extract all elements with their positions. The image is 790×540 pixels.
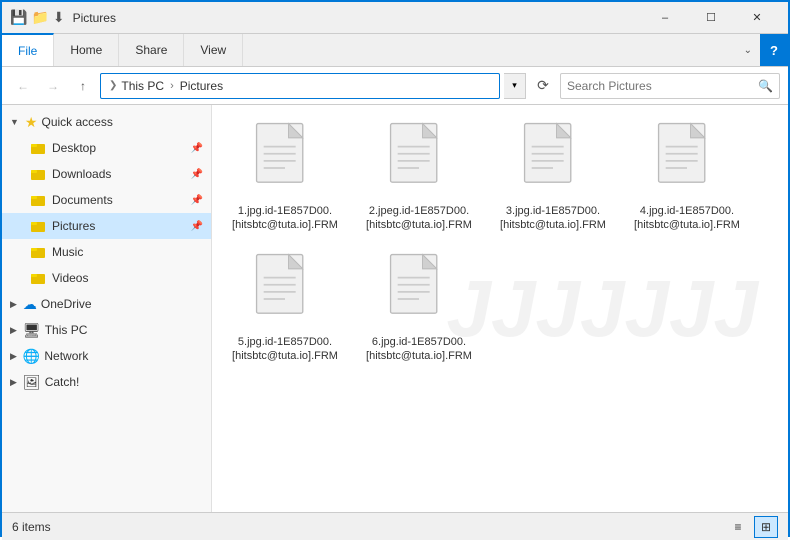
search-icon: 🔍 <box>758 79 773 93</box>
file-grid: 1.jpg.id-1E857D00.[hitsbtc@tuta.io].FRM … <box>220 113 780 370</box>
path-item-this-pc[interactable]: This PC <box>121 79 164 93</box>
file-item[interactable]: 6.jpg.id-1E857D00.[hitsbtc@tuta.io].FRM <box>354 244 484 371</box>
file-item[interactable]: 3.jpg.id-1E857D00.[hitsbtc@tuta.io].FRM <box>488 113 618 240</box>
forward-button[interactable]: → <box>40 73 66 99</box>
folder-desktop-icon <box>30 140 46 156</box>
ribbon-collapse-button[interactable]: ⌄ <box>736 34 760 66</box>
tiles-view-button[interactable]: ⊞ <box>754 516 778 538</box>
file-item[interactable]: 2.jpeg.id-1E857D00.[hitsbtc@tuta.io].FRM <box>354 113 484 240</box>
folder-documents-icon <box>30 192 46 208</box>
sidebar-label-this-pc: This PC <box>45 323 203 337</box>
sidebar-item-downloads[interactable]: Downloads 📌 <box>2 161 211 187</box>
network-arrow-icon: ▶ <box>10 351 17 362</box>
tab-file[interactable]: File <box>2 33 54 66</box>
sidebar-item-quick-access[interactable]: ▼ ★ Quick access <box>2 109 211 135</box>
address-bar: ← → ↑ ❯ This PC › Pictures ▾ ⟳ 🔍 <box>2 67 788 105</box>
file-icon-2 <box>513 120 593 200</box>
address-path[interactable]: ❯ This PC › Pictures <box>100 73 500 99</box>
sidebar-item-documents[interactable]: Documents 📌 <box>2 187 211 213</box>
file-name-4: 5.jpg.id-1E857D00.[hitsbtc@tuta.io].FRM <box>225 335 345 364</box>
file-name-3: 4.jpg.id-1E857D00.[hitsbtc@tuta.io].FRM <box>627 204 747 233</box>
search-box: 🔍 <box>560 73 780 99</box>
close-button[interactable]: ✕ <box>734 2 780 34</box>
sidebar-label-catch: Catch! <box>45 375 203 389</box>
folder-videos-icon <box>30 270 46 286</box>
sidebar: ▼ ★ Quick access Desktop 📌 Downloads 📌 D… <box>2 105 212 512</box>
status-bar: 6 items ≡ ⊞ <box>2 512 788 540</box>
file-name-0: 1.jpg.id-1E857D00.[hitsbtc@tuta.io].FRM <box>225 204 345 233</box>
computer-icon: 🖥 <box>23 322 41 339</box>
title-bar-icons: 💾 📁 ⬇ <box>10 9 65 26</box>
sidebar-label-desktop: Desktop <box>52 141 183 155</box>
this-pc-arrow-icon: ▶ <box>10 325 17 336</box>
folder-music-icon <box>30 244 46 260</box>
path-chevron-icon: ❯ <box>109 80 117 91</box>
sidebar-label-network: Network <box>44 349 203 363</box>
file-icon-3 <box>647 120 727 200</box>
sidebar-item-onedrive[interactable]: ▶ ☁ OneDrive <box>2 291 211 317</box>
list-view-button[interactable]: ≡ <box>726 516 750 538</box>
view-controls: ≡ ⊞ <box>726 516 778 538</box>
file-icon-1 <box>379 120 459 200</box>
path-separator: › <box>170 80 174 92</box>
pin-icon-desktop: 📌 <box>191 143 203 154</box>
title-bar: 💾 📁 ⬇ Pictures – ☐ ✕ <box>2 2 788 34</box>
folder-pictures-icon <box>30 218 46 234</box>
file-item[interactable]: 1.jpg.id-1E857D00.[hitsbtc@tuta.io].FRM <box>220 113 350 240</box>
help-button[interactable]: ? <box>760 34 788 66</box>
title-bar-title: Pictures <box>73 11 642 25</box>
minimize-button[interactable]: – <box>642 2 688 34</box>
sidebar-label-music: Music <box>52 245 203 259</box>
sidebar-label-quick-access: Quick access <box>41 115 203 129</box>
title-bar-controls: – ☐ ✕ <box>642 2 780 34</box>
file-icon-0 <box>245 120 325 200</box>
maximize-button[interactable]: ☐ <box>688 2 734 34</box>
path-item-pictures[interactable]: Pictures <box>180 79 223 93</box>
pin-icon-downloads: 📌 <box>191 169 203 180</box>
sidebar-item-pictures[interactable]: Pictures 📌 <box>2 213 211 239</box>
file-item[interactable]: 5.jpg.id-1E857D00.[hitsbtc@tuta.io].FRM <box>220 244 350 371</box>
back-button[interactable]: ← <box>10 73 36 99</box>
sidebar-item-network[interactable]: ▶ 🌐 Network <box>2 343 211 369</box>
quick-access-arrow-icon: ▼ <box>10 117 19 127</box>
main-content: ▼ ★ Quick access Desktop 📌 Downloads 📌 D… <box>2 105 788 512</box>
folder-downloads-icon <box>30 166 46 182</box>
address-dropdown-button[interactable]: ▾ <box>504 73 526 99</box>
onedrive-arrow-icon: ▶ <box>10 299 17 310</box>
sidebar-label-videos: Videos <box>52 271 203 285</box>
sidebar-item-desktop[interactable]: Desktop 📌 <box>2 135 211 161</box>
network-icon: 🌐 <box>23 348 40 365</box>
item-count: 6 items <box>12 520 51 534</box>
sidebar-item-videos[interactable]: Videos <box>2 265 211 291</box>
tab-view[interactable]: View <box>184 34 243 66</box>
sidebar-label-pictures: Pictures <box>52 219 183 233</box>
sidebar-label-documents: Documents <box>52 193 183 207</box>
up-button[interactable]: ↑ <box>70 73 96 99</box>
catch-arrow-icon: ▶ <box>10 377 17 388</box>
star-icon: ★ <box>25 114 38 131</box>
refresh-button[interactable]: ⟳ <box>530 73 556 99</box>
sidebar-item-music[interactable]: Music <box>2 239 211 265</box>
pin-icon-documents: 📌 <box>191 195 203 206</box>
sidebar-label-onedrive: OneDrive <box>41 297 203 311</box>
file-area: JJJJJJJ 1.jpg.id-1E857D00.[hitsbtc@tuta.… <box>212 105 788 512</box>
file-name-1: 2.jpeg.id-1E857D00.[hitsbtc@tuta.io].FRM <box>359 204 479 233</box>
file-item[interactable]: 4.jpg.id-1E857D00.[hitsbtc@tuta.io].FRM <box>622 113 752 240</box>
tab-share[interactable]: Share <box>119 34 184 66</box>
sidebar-label-downloads: Downloads <box>52 167 183 181</box>
file-icon-5 <box>379 251 459 331</box>
file-name-5: 6.jpg.id-1E857D00.[hitsbtc@tuta.io].FRM <box>359 335 479 364</box>
tab-home[interactable]: Home <box>54 34 119 66</box>
sidebar-item-this-pc[interactable]: ▶ 🖥 This PC <box>2 317 211 343</box>
ribbon-tabs: File Home Share View ⌄ ? <box>2 34 788 66</box>
search-input[interactable] <box>567 79 754 93</box>
ribbon: File Home Share View ⌄ ? <box>2 34 788 67</box>
file-name-2: 3.jpg.id-1E857D00.[hitsbtc@tuta.io].FRM <box>493 204 613 233</box>
pin-icon-pictures: 📌 <box>191 221 203 232</box>
catch-icon: 🖼 <box>23 374 41 391</box>
sidebar-item-catch[interactable]: ▶ 🖼 Catch! <box>2 369 211 395</box>
onedrive-icon: ☁ <box>23 296 37 313</box>
file-icon-4 <box>245 251 325 331</box>
